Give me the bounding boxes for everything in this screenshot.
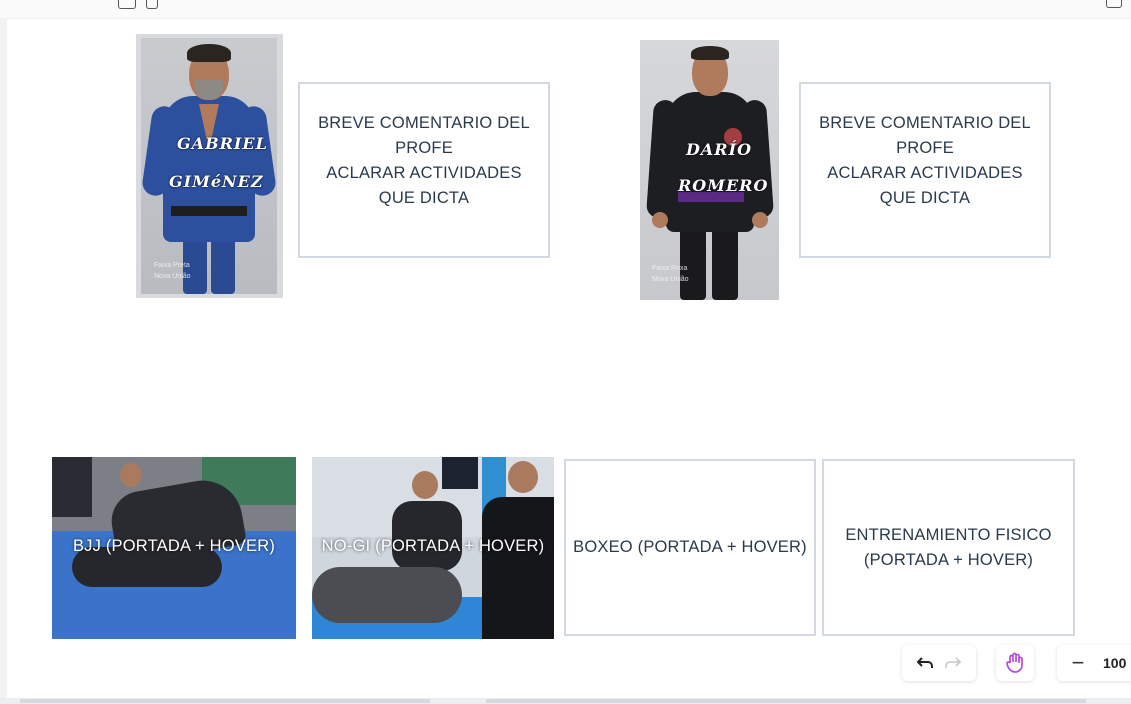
undo-arrow-icon[interactable]: [911, 649, 939, 677]
zoom-controls: − 100: [1057, 645, 1131, 681]
instructor-photo-gabriel[interactable]: GABRIEL GIMéNEZ Faixa Preta Nova União: [136, 34, 283, 298]
comment-line: QUE DICTA: [378, 189, 470, 207]
instructor-name-line1: DARÍO: [686, 140, 753, 159]
comment-line: QUE DICTA: [879, 189, 971, 207]
activity-tile-nogi[interactable]: NO-GI (PORTADA + HOVER): [312, 457, 554, 639]
zoom-out-minus-icon[interactable]: −: [1067, 652, 1089, 674]
activity-card-entrenamiento-fisico[interactable]: ENTRENAMIENTO FISICO (PORTADA + HOVER): [822, 459, 1075, 636]
left-scroll-edge: [0, 18, 7, 698]
comment-line: BREVE COMENTARIO DEL: [819, 114, 1031, 132]
activity-label-line: ENTRENAMIENTO FISICO: [845, 525, 1052, 544]
comment-line: BREVE COMENTARIO DEL: [318, 114, 530, 132]
instructor-comment-card-gabriel[interactable]: BREVE COMENTARIO DEL PROFE ACLARAR ACTIV…: [298, 82, 550, 258]
instructor-team: Nova União: [652, 276, 689, 283]
activity-label: BJJ (PORTADA + HOVER): [72, 537, 276, 555]
comment-line: ACLARAR ACTIVIDADES: [326, 164, 522, 182]
instructor-name-line2: ROMERO: [678, 176, 769, 195]
instructor-team: Nova União: [154, 273, 191, 280]
undo-redo-group: [902, 645, 976, 681]
activity-label-line: (PORTADA + HOVER): [863, 550, 1034, 569]
zoom-level[interactable]: 100: [1103, 655, 1126, 671]
panel-icon[interactable]: [1106, 0, 1122, 8]
instructor-photo-dario[interactable]: DARÍO ROMERO Faixa Roxa Nova União: [640, 40, 779, 300]
top-toolbar-strip: [0, 0, 1131, 19]
activity-tile-bjj[interactable]: BJJ (PORTADA + HOVER): [52, 457, 296, 639]
activity-card-boxeo[interactable]: BOXEO (PORTADA + HOVER): [564, 459, 816, 636]
activity-label: NO-GI (PORTADA + HOVER): [321, 537, 545, 555]
instructor-rank: Faixa Preta: [154, 262, 190, 269]
comment-line: ACLARAR ACTIVIDADES: [827, 164, 1023, 182]
instructor-name-line2: GIMéNEZ: [169, 172, 264, 191]
redo-arrow-icon[interactable]: [939, 649, 967, 677]
instructor-comment-card-dario[interactable]: BREVE COMENTARIO DEL PROFE ACLARAR ACTIV…: [799, 82, 1051, 258]
hand-pan-icon: [1001, 649, 1029, 677]
instructor-name-line1: GABRIEL: [177, 134, 268, 153]
activity-label: BOXEO (PORTADA + HOVER): [573, 538, 807, 556]
instructor-rank: Faixa Roxa: [652, 265, 688, 272]
horizontal-scrollbar[interactable]: [0, 698, 1131, 704]
comment-line: PROFE: [395, 139, 453, 157]
comment-line: PROFE: [896, 139, 954, 157]
layers-icon[interactable]: [118, 0, 136, 9]
hand-pan-button[interactable]: [996, 645, 1034, 681]
copy-icon[interactable]: [146, 0, 158, 9]
